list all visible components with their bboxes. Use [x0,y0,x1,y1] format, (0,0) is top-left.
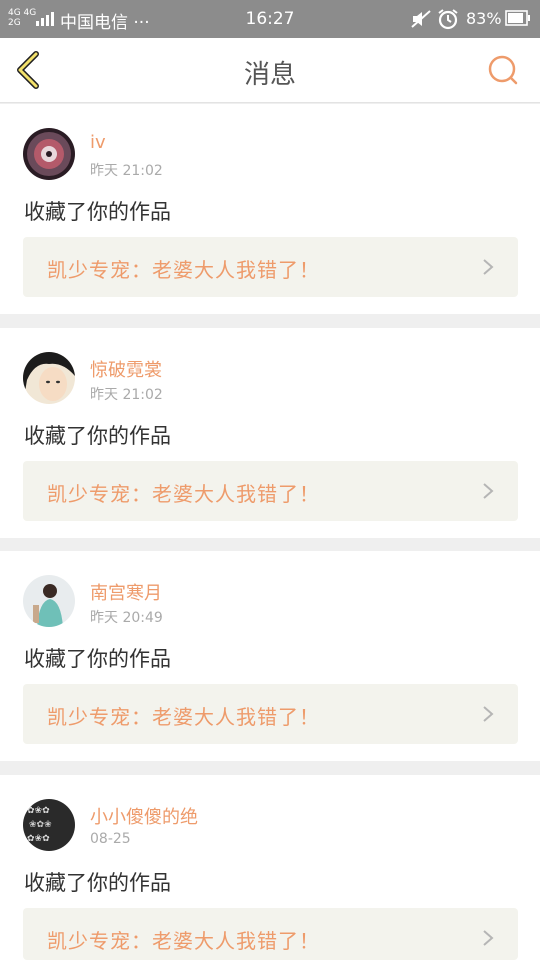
action-text: 收藏了你的作品 [24,871,171,895]
timestamp: 昨天 21:02 [90,163,163,179]
chevron-right-icon [483,483,494,499]
avatar[interactable]: ✿❀✿ ❀✿❀ ✿❀✿ [23,799,75,851]
status-bar: 4G 4G 2G 中国电信 ··· 16:27 83% [0,0,540,38]
work-title: 凯少专宠：老婆大人我错了！ [47,482,320,506]
username[interactable]: 小小傻傻的绝 [90,803,198,829]
action-text: 收藏了你的作品 [24,200,171,224]
nav-bar: 消息 [0,38,540,103]
work-title: 凯少专宠：老婆大人我错了！ [47,705,320,729]
username[interactable]: 南宫寒月 [90,579,162,605]
action-text: 收藏了你的作品 [24,424,171,448]
action-text: 收藏了你的作品 [24,647,171,671]
work-link[interactable]: 凯少专宠：老婆大人我错了！ [23,237,518,297]
svg-text:❀✿❀: ❀✿❀ [29,820,52,830]
avatar[interactable] [23,575,75,627]
avatar[interactable] [23,128,75,180]
page-title: 消息 [243,60,296,90]
work-title: 凯少专宠：老婆大人我错了！ [47,258,320,282]
chevron-right-icon [483,706,494,722]
message-card: iv 昨天 21:02 收藏了你的作品 凯少专宠：老婆大人我错了！ [0,104,540,314]
chevron-right-icon [483,259,494,275]
status-time: 16:27 [245,9,295,29]
battery-icon [505,10,530,26]
battery-percent: 83% [466,9,502,28]
chevron-right-icon [483,930,494,946]
avatar[interactable] [23,352,75,404]
svg-text:✿❀✿: ✿❀✿ [27,834,50,844]
username[interactable]: 惊破霓裳 [90,356,162,382]
message-card: ✿❀✿ ❀✿❀ ✿❀✿ 小小傻傻的绝 08-25 收藏了你的作品 凯少专宠：老婆… [0,775,540,960]
work-link[interactable]: 凯少专宠：老婆大人我错了！ [23,461,518,521]
work-link[interactable]: 凯少专宠：老婆大人我错了！ [23,684,518,744]
alarm-icon [438,9,458,30]
username[interactable]: iv [90,132,106,153]
timestamp: 08-25 [90,831,131,847]
timestamp: 昨天 21:02 [90,387,163,403]
message-card: 惊破霓裳 昨天 21:02 收藏了你的作品 凯少专宠：老婆大人我错了！ [0,328,540,538]
work-link[interactable]: 凯少专宠：老婆大人我错了！ [23,908,518,960]
search-icon[interactable] [485,52,521,88]
mute-icon [411,10,431,28]
work-title: 凯少专宠：老婆大人我错了！ [47,929,320,953]
svg-text:✿❀✿: ✿❀✿ [27,806,50,816]
timestamp: 昨天 20:49 [90,610,163,626]
message-card: 南宫寒月 昨天 20:49 收藏了你的作品 凯少专宠：老婆大人我错了！ [0,551,540,761]
